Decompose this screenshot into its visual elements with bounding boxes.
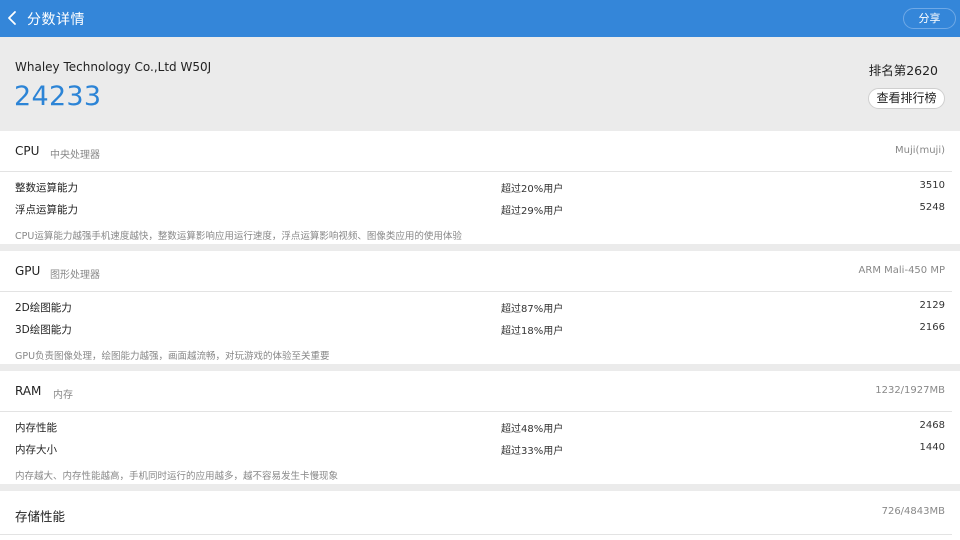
device-name: Whaley Technology Co.,Ltd W50J: [15, 60, 212, 74]
item-label: 浮点运算能力: [15, 204, 78, 216]
item-score: 3510: [919, 180, 945, 191]
item-percent: 超过48%用户: [501, 424, 564, 435]
list-item: 内存大小 超过33%用户 1440: [0, 438, 960, 460]
rank-text: 排名第2620: [868, 63, 938, 78]
list-item: 3D绘图能力 超过18%用户 2166: [0, 318, 960, 340]
item-label: 3D绘图能力: [15, 324, 72, 336]
section-value: 726/4843MB: [881, 506, 945, 517]
top-bar: 分数详情 分享: [0, 0, 960, 37]
list-item: 2D绘图能力 超过87%用户 2129: [0, 296, 960, 318]
list-item: 浮点运算能力 超过29%用户 5248: [0, 198, 960, 220]
section-name: GPU: [15, 264, 41, 278]
section-header[interactable]: CPU 中央处理器 Muji(muji): [0, 131, 960, 171]
item-score: 2468: [919, 420, 945, 431]
list-item: 整数运算能力 超过20%用户 3510: [0, 176, 960, 198]
item-percent: 超过33%用户: [501, 446, 564, 457]
item-label: 内存大小: [15, 444, 57, 456]
item-label: 2D绘图能力: [15, 302, 72, 314]
back-button[interactable]: [4, 7, 24, 29]
divider: [0, 534, 952, 535]
divider: [0, 171, 952, 172]
section-header[interactable]: RAM 内存 1232/1927MB: [0, 371, 960, 411]
view-leaderboard-button[interactable]: 查看排行榜: [868, 88, 945, 109]
page-title: 分数详情: [27, 12, 85, 28]
section-subtitle: 中央处理器: [50, 150, 100, 161]
section-note: CPU运算能力越强手机速度越快，整数运算影响应用运行速度，浮点运算影响视频、图像…: [15, 231, 462, 242]
item-percent: 超过20%用户: [501, 184, 564, 195]
section-note: 内存越大、内存性能越高，手机同时运行的应用越多，越不容易发生卡慢现象: [15, 471, 339, 482]
cpu-section: CPU 中央处理器 Muji(muji) 整数运算能力 超过20%用户 3510…: [0, 131, 960, 244]
section-value: Muji(muji): [895, 145, 945, 156]
item-score: 2129: [919, 300, 945, 311]
total-score: 24233: [14, 81, 102, 112]
section-subtitle: 图形处理器: [50, 270, 100, 281]
divider: [0, 291, 952, 292]
item-label: 内存性能: [15, 422, 57, 434]
item-score: 5248: [919, 202, 945, 213]
ram-section: RAM 内存 1232/1927MB 内存性能 超过48%用户 2468 内存大…: [0, 371, 960, 484]
share-button[interactable]: 分享: [903, 8, 956, 29]
gpu-section: GPU 图形处理器 ARM Mali-450 MP 2D绘图能力 超过87%用户…: [0, 251, 960, 364]
item-percent: 超过29%用户: [501, 206, 564, 217]
section-name: CPU: [15, 144, 40, 158]
section-value: 1232/1927MB: [875, 385, 945, 396]
storage-section: 存储性能 726/4843MB: [0, 491, 960, 540]
section-header[interactable]: 存储性能 726/4843MB: [0, 491, 960, 534]
item-percent: 超过87%用户: [501, 304, 564, 315]
section-subtitle: 内存: [53, 390, 73, 401]
item-label: 整数运算能力: [15, 182, 78, 194]
divider: [0, 411, 952, 412]
section-header[interactable]: GPU 图形处理器 ARM Mali-450 MP: [0, 251, 960, 291]
section-name: 存储性能: [15, 509, 66, 524]
item-score: 1440: [919, 442, 945, 453]
section-note: GPU负责图像处理，绘图能力越强，画面越流畅，对玩游戏的体验至关重要: [15, 351, 330, 362]
item-percent: 超过18%用户: [501, 326, 564, 337]
section-value: ARM Mali-450 MP: [858, 265, 945, 276]
item-score: 2166: [919, 322, 945, 333]
list-item: 内存性能 超过48%用户 2468: [0, 416, 960, 438]
section-name: RAM: [15, 384, 42, 398]
score-summary: Whaley Technology Co.,Ltd W50J 24233 排名第…: [0, 37, 960, 130]
chevron-left-icon: [4, 7, 24, 29]
